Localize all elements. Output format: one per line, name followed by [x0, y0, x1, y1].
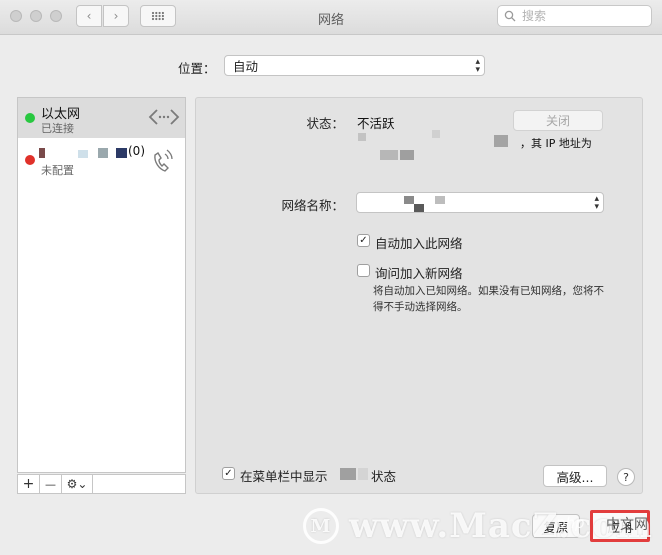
service-status: 未配置: [41, 164, 74, 177]
auto-join-checkbox[interactable]: ✓: [357, 234, 370, 247]
redacted-network-name: [435, 196, 445, 204]
remove-service-button[interactable]: —: [40, 475, 62, 493]
redacted-text: [494, 135, 508, 147]
redacted-text: [380, 150, 398, 160]
redacted-network-name: [404, 196, 414, 204]
watermark-tag: php: [556, 514, 585, 532]
checkmark-icon: ✓: [224, 468, 233, 479]
status-label: 状态：: [306, 116, 344, 131]
phone-icon: [154, 149, 173, 172]
redacted-text: [432, 130, 440, 138]
redacted-name: [78, 150, 88, 158]
add-service-button[interactable]: +: [18, 475, 40, 493]
redacted-text: [358, 133, 366, 141]
minus-icon: —: [45, 477, 56, 491]
question-icon: ?: [623, 470, 629, 484]
status-value: 不活跃: [357, 116, 395, 131]
redacted-name: [39, 148, 45, 158]
search-icon: [504, 10, 516, 22]
gear-icon: ⚙⌄: [66, 477, 88, 491]
connected-status-dot: [25, 113, 35, 123]
plus-icon: +: [22, 476, 35, 492]
service-status: 已连接: [41, 122, 74, 135]
redacted-text: [400, 150, 414, 160]
search-input[interactable]: [520, 8, 644, 24]
network-name-popup[interactable]: ▴ ▾: [356, 192, 604, 213]
watermark-overlay-text: 中文网: [606, 517, 648, 533]
updown-chevron-icon: ▴ ▾: [475, 56, 480, 75]
ask-join-note: 将自动加入已知网络。如果没有已知网络，您将不得不手动选择网络。: [373, 285, 604, 313]
ethernet-arrows-icon: [148, 109, 180, 125]
redacted-network-name: [414, 204, 424, 212]
ask-join-label: 询问加入新网络: [375, 266, 463, 281]
search-field[interactable]: [497, 5, 652, 27]
service-list: 以太网 已连接 (0) 未配置: [17, 97, 186, 473]
location-label: 位置：: [178, 61, 216, 76]
network-name-label: 网络名称：: [281, 198, 344, 213]
redacted-service-name: [340, 468, 356, 480]
show-in-menubar-prefix: 在菜单栏中显示: [240, 469, 328, 484]
checkmark-icon: ✓: [359, 235, 368, 246]
redacted-service-name: [358, 468, 368, 480]
show-in-menubar-suffix: 状态: [371, 469, 397, 484]
updown-chevron-icon: ▴ ▾: [594, 193, 599, 212]
show-in-menubar-checkbox[interactable]: ✓: [222, 467, 235, 480]
title-bar: ‹ › 网络: [0, 0, 662, 35]
action-menu-button[interactable]: ⚙⌄: [62, 475, 93, 493]
location-popup[interactable]: 自动 ▴ ▾: [224, 55, 485, 76]
advanced-button[interactable]: 高级...: [543, 465, 607, 487]
not-configured-status-dot: [25, 155, 35, 165]
turn-off-label: 关闭: [545, 114, 570, 128]
redacted-name: [116, 148, 127, 158]
help-button[interactable]: ?: [617, 468, 635, 486]
ip-address-text: ，其 IP 地址为: [520, 137, 592, 150]
turn-off-button[interactable]: 关闭: [513, 110, 603, 131]
advanced-label: 高级...: [556, 469, 594, 485]
watermark: M www.MacZ.com: [303, 506, 653, 546]
location-value: 自动: [233, 59, 259, 74]
service-list-toolbar: + — ⚙⌄: [17, 474, 186, 494]
service-item-bluetooth-pan[interactable]: (0) 未配置: [18, 142, 185, 180]
auto-join-label: 自动加入此网络: [375, 236, 463, 251]
watermark-logo-icon: M: [303, 508, 339, 544]
service-item-ethernet[interactable]: 以太网 已连接: [18, 98, 185, 138]
redacted-name: [98, 148, 108, 158]
service-name: (0): [128, 144, 145, 158]
ask-join-checkbox[interactable]: [357, 264, 370, 277]
